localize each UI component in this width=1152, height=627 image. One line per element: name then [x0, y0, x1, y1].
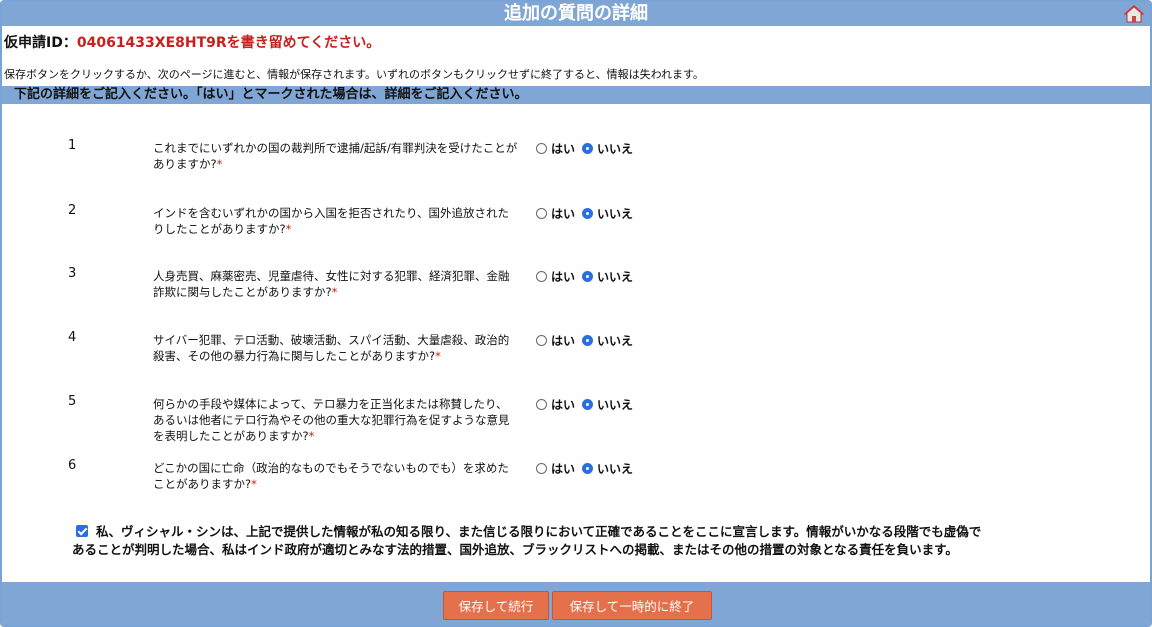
- page-title: 追加の質問の詳細: [504, 3, 648, 24]
- footer-bar: 保存して続行 保存して一時的に終了: [2, 582, 1150, 625]
- required-mark: *: [435, 349, 441, 363]
- question-number: 2: [68, 203, 77, 218]
- application-id-line: 仮申請ID：04061433XE8HT9Rを書き留めてください。: [2, 32, 1150, 52]
- radio-yes[interactable]: [536, 143, 547, 154]
- question-text: インドを含むいずれかの国から入国を拒否されたり、国外追放されたりしたことがありま…: [153, 205, 518, 237]
- question-text: 何らかの手段や媒体によって、テロ暴力を正当化または称賛したり、あるいは他者にテロ…: [153, 396, 518, 444]
- radio-no-label[interactable]: いいえ: [597, 140, 633, 157]
- radio-no[interactable]: [582, 143, 594, 154]
- yes-no-radio-group: はい いいえ: [536, 332, 637, 349]
- question-text: サイバー犯罪、テロ活動、破壊活動、スパイ活動、大量虐殺、政治的殺害、その他の暴力…: [153, 332, 518, 364]
- question-number: 5: [68, 394, 77, 409]
- question-text: これまでにいずれかの国の裁判所で逮捕/起訴/有罪判決を受けたことがありますか?*: [153, 140, 518, 172]
- radio-yes-label[interactable]: はい: [551, 396, 575, 413]
- radio-yes[interactable]: [536, 208, 547, 219]
- required-mark: *: [285, 222, 292, 236]
- required-mark: *: [251, 477, 257, 491]
- title-bar: 追加の質問の詳細: [2, 2, 1150, 26]
- form-window: 追加の質問の詳細 仮申請ID：04061433XE8HT9Rを書き留めてください…: [0, 0, 1152, 627]
- radio-yes[interactable]: [536, 335, 547, 346]
- radio-no[interactable]: [582, 463, 594, 474]
- section-header: 下記の詳細をご記入ください。「はい」とマークされた場合は、詳細をご記入ください。: [2, 86, 1150, 104]
- radio-yes-label[interactable]: はい: [551, 205, 575, 222]
- question-text-body: どこかの国に亡命（政治的なものでもそうでないものでも）を求めたことがありますか?: [153, 461, 509, 491]
- question-text-body: インドを含むいずれかの国から入国を拒否されたり、国外追放されたりしたことがありま…: [153, 206, 510, 236]
- yes-no-radio-group: はい いいえ: [536, 205, 637, 222]
- home-icon[interactable]: [1124, 4, 1144, 24]
- radio-no[interactable]: [582, 335, 594, 346]
- required-mark: *: [308, 429, 315, 443]
- radio-no[interactable]: [582, 208, 594, 219]
- radio-yes[interactable]: [536, 271, 547, 282]
- radio-yes-label[interactable]: はい: [551, 460, 575, 477]
- save-info-text: 保存ボタンをクリックするか、次のページに進むと、情報が保存されます。いずれのボタ…: [4, 68, 704, 81]
- save-continue-button[interactable]: 保存して続行: [443, 591, 549, 620]
- application-id-value: 04061433XE8HT9Rを書き留めてください。: [76, 35, 381, 51]
- question-text-body: 何らかの手段や媒体によって、テロ暴力を正当化または称賛したり、あるいは他者にテロ…: [153, 397, 510, 443]
- yes-no-radio-group: はい いいえ: [536, 396, 637, 413]
- radio-no-label[interactable]: いいえ: [597, 205, 633, 222]
- question-number: 3: [68, 266, 77, 281]
- required-mark: *: [331, 285, 338, 299]
- radio-yes-label[interactable]: はい: [551, 332, 575, 349]
- question-text: 人身売買、麻薬密売、児童虐待、女性に対する犯罪、経済犯罪、金融詐欺に関与したこと…: [153, 268, 518, 300]
- yes-no-radio-group: はい いいえ: [536, 460, 637, 477]
- question-number: 6: [68, 458, 77, 473]
- radio-yes[interactable]: [536, 463, 547, 474]
- radio-no-label[interactable]: いいえ: [597, 460, 633, 477]
- radio-no-label[interactable]: いいえ: [597, 332, 633, 349]
- declaration-text: 私、ヴィシャル・シンは、上記で提供した情報が私の知る限り、また信じる限りにおいて…: [72, 524, 982, 557]
- declaration-checkbox[interactable]: [76, 525, 88, 537]
- question-text-body: サイバー犯罪、テロ活動、破壊活動、スパイ活動、大量虐殺、政治的殺害、その他の暴力…: [153, 333, 510, 363]
- radio-no[interactable]: [582, 399, 594, 410]
- radio-no-label[interactable]: いいえ: [597, 268, 633, 285]
- yes-no-radio-group: はい いいえ: [536, 140, 637, 157]
- declaration: 私、ヴィシャル・シンは、上記で提供した情報が私の知る限り、また信じる限りにおいて…: [72, 523, 987, 559]
- yes-no-radio-group: はい いいえ: [536, 268, 637, 285]
- radio-no[interactable]: [582, 271, 594, 282]
- question-text: どこかの国に亡命（政治的なものでもそうでないものでも）を求めたことがありますか?…: [153, 460, 518, 492]
- application-id-label: 仮申請ID：: [4, 35, 77, 51]
- radio-yes[interactable]: [536, 399, 547, 410]
- radio-yes-label[interactable]: はい: [551, 140, 575, 157]
- question-number: 1: [68, 138, 77, 153]
- save-exit-button[interactable]: 保存して一時的に終了: [552, 591, 712, 620]
- question-number: 4: [68, 330, 77, 345]
- question-text-body: これまでにいずれかの国の裁判所で逮捕/起訴/有罪判決を受けたことがありますか?: [153, 141, 518, 171]
- radio-no-label[interactable]: いいえ: [597, 396, 633, 413]
- required-mark: *: [216, 157, 223, 171]
- radio-yes-label[interactable]: はい: [551, 268, 575, 285]
